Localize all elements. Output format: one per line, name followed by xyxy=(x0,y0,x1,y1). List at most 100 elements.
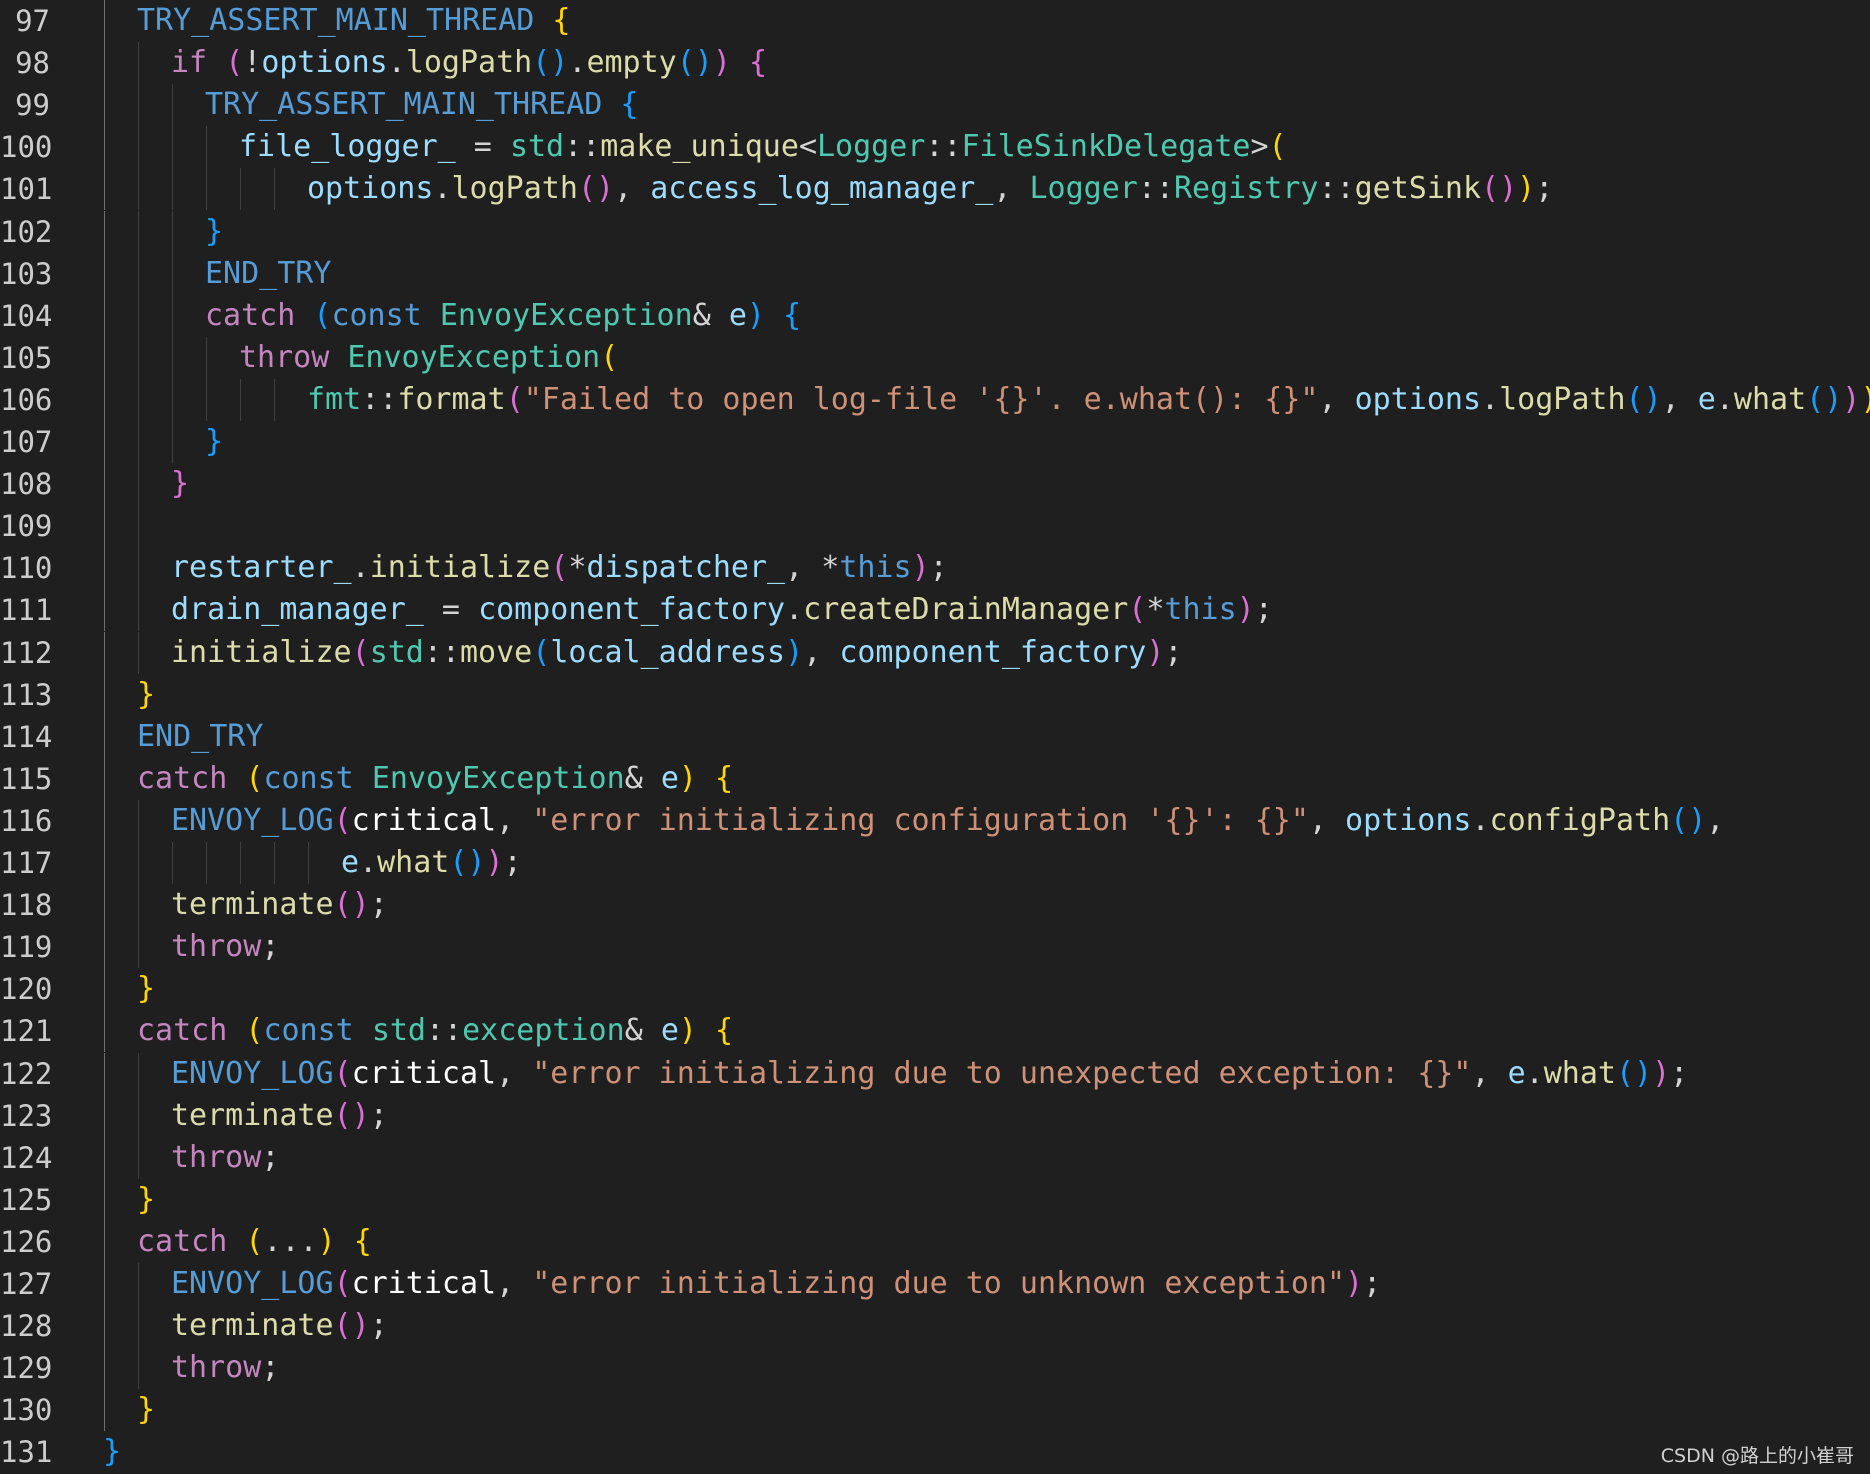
code-token: () xyxy=(333,1097,370,1133)
indent-guide xyxy=(206,126,207,169)
code-text: throw; xyxy=(171,1137,279,1179)
line-number: 129 xyxy=(0,1351,53,1386)
code-line[interactable]: 110 restarter_.initialize(*dispatcher_, *… xyxy=(0,547,1870,590)
code-line[interactable]: 117 e.what()); xyxy=(0,842,1870,884)
code-token: ; xyxy=(261,1139,280,1175)
code-line[interactable]: 127 ENVOY_LOG(critical, "error initializi… xyxy=(0,1263,1870,1305)
code-line[interactable]: 112 initialize(std::move(local_address), … xyxy=(0,631,1870,674)
code-line[interactable]: 119 throw; xyxy=(0,926,1870,969)
indent-guide xyxy=(104,1263,105,1305)
code-text: } xyxy=(137,968,155,1010)
code-line[interactable]: 124 throw; xyxy=(0,1136,1870,1179)
code-token: { xyxy=(783,297,802,333)
code-line[interactable]: 111 drain_manager_ = component_factory.cr… xyxy=(0,589,1870,632)
code-token: . xyxy=(351,550,370,586)
code-line[interactable]: 106 fmt::format("Failed to open log-file … xyxy=(0,378,1870,421)
indent-guide xyxy=(240,842,241,884)
code-line[interactable]: 128 terminate(); xyxy=(0,1305,1870,1348)
code-token: ; xyxy=(369,1308,388,1344)
code-line[interactable]: 115 catch (const EnvoyException& e) { xyxy=(0,757,1870,800)
indent-guide xyxy=(172,168,173,211)
code-line[interactable]: 101 options.logPath(), access_log_manager… xyxy=(0,168,1870,211)
code-text: options.logPath(), access_log_manager_, … xyxy=(307,168,1553,210)
code-line[interactable]: 102} xyxy=(0,210,1870,253)
code-token: "error initializing due to unknown excep… xyxy=(532,1266,1346,1301)
code-token: options xyxy=(1345,802,1472,838)
code-token: what xyxy=(377,845,450,880)
line-number: 97 xyxy=(15,4,50,38)
code-line[interactable]: 114 END_TRY xyxy=(0,715,1870,758)
code-line[interactable]: 99 TRY_ASSERT_MAIN_THREAD { xyxy=(0,84,1870,127)
code-token: ENVOY_LOG xyxy=(171,802,334,838)
code-text: END_TRY xyxy=(205,253,331,295)
code-token: ( xyxy=(333,1266,352,1301)
code-token: getSink xyxy=(1354,171,1482,207)
code-line[interactable]: 123 terminate(); xyxy=(0,1094,1870,1137)
code-line[interactable]: 98 if (!options.logPath().empty()) { xyxy=(0,42,1870,85)
code-line[interactable]: 109 xyxy=(0,505,1870,548)
code-token: const xyxy=(263,1013,354,1049)
code-line[interactable]: 125} xyxy=(0,1178,1870,1221)
line-number: 110 xyxy=(0,551,53,586)
line-number: 116 xyxy=(0,803,53,838)
code-token: std xyxy=(369,634,424,670)
code-line[interactable]: 100 file_logger_ = std::make_unique<Logge… xyxy=(0,126,1870,169)
code-token: if xyxy=(171,45,208,81)
code-line[interactable]: 113} xyxy=(0,673,1870,716)
indent-guide xyxy=(138,336,139,379)
code-line[interactable]: 97 TRY_ASSERT_MAIN_THREAD { xyxy=(0,0,1870,42)
code-token: { xyxy=(552,3,571,38)
line-number: 119 xyxy=(0,930,53,965)
code-token: catch xyxy=(205,297,296,333)
code-line[interactable]: 116 ENVOY_LOG(critical, "error initializi… xyxy=(0,799,1870,842)
indent-guide xyxy=(172,252,173,295)
code-line[interactable]: 121 catch (const std::exception& e) { xyxy=(0,1010,1870,1053)
code-token: dispatcher_ xyxy=(586,550,786,586)
code-line[interactable]: 130} xyxy=(0,1389,1870,1432)
code-token: throw xyxy=(239,339,330,375)
indent-guide xyxy=(308,842,309,884)
indent-guide xyxy=(138,463,139,506)
code-token: ( xyxy=(313,297,332,333)
indent-guide xyxy=(104,1136,105,1179)
code-line[interactable]: 104 catch (const EnvoyException& e) { xyxy=(0,294,1870,337)
indent-guide xyxy=(104,463,105,506)
code-text: terminate(); xyxy=(171,884,388,926)
indent-guide xyxy=(104,378,105,421)
code-line[interactable]: 131} xyxy=(0,1431,1870,1473)
indent-guide xyxy=(104,421,105,463)
code-token: , xyxy=(1661,381,1698,417)
code-token: FileSinkDelegate xyxy=(961,129,1251,165)
code-token: > xyxy=(1250,129,1269,165)
code-line[interactable]: 107} xyxy=(0,421,1870,463)
code-line[interactable]: 108} xyxy=(0,463,1870,506)
line-number: 123 xyxy=(0,1098,53,1133)
code-line[interactable]: 120} xyxy=(0,968,1870,1011)
code-line[interactable]: 126 catch (...) { xyxy=(0,1220,1870,1263)
code-line[interactable]: 118 terminate(); xyxy=(0,884,1870,927)
code-token: options xyxy=(1354,381,1482,417)
line-number: 112 xyxy=(0,635,53,670)
indent-guide xyxy=(206,168,207,211)
code-token: ENVOY_LOG xyxy=(171,1266,334,1301)
code-token: ( xyxy=(245,1223,264,1259)
code-text: terminate(); xyxy=(171,1305,388,1347)
code-token: logPath xyxy=(405,45,533,81)
indent-guide xyxy=(206,842,207,884)
line-number: 109 xyxy=(0,509,53,544)
code-token: } xyxy=(137,1181,156,1217)
code-line[interactable]: 122 ENVOY_LOG(critical, "error initializi… xyxy=(0,1052,1870,1095)
code-line[interactable]: 103 END_TRY xyxy=(0,252,1870,295)
code-line[interactable]: 129 throw; xyxy=(0,1347,1870,1390)
code-token: ) xyxy=(911,550,930,586)
code-editor[interactable]: 97 TRY_ASSERT_MAIN_THREAD {98 if (!options… xyxy=(0,0,1870,1474)
code-token: component_factory xyxy=(478,592,786,628)
code-token: EnvoyException xyxy=(439,297,693,333)
indent-guide xyxy=(138,926,139,969)
code-token: , xyxy=(614,171,651,207)
indent-guide xyxy=(206,378,207,421)
code-line[interactable]: 105 throw EnvoyException( xyxy=(0,336,1870,379)
code-token: drain_manager_ xyxy=(171,592,424,628)
